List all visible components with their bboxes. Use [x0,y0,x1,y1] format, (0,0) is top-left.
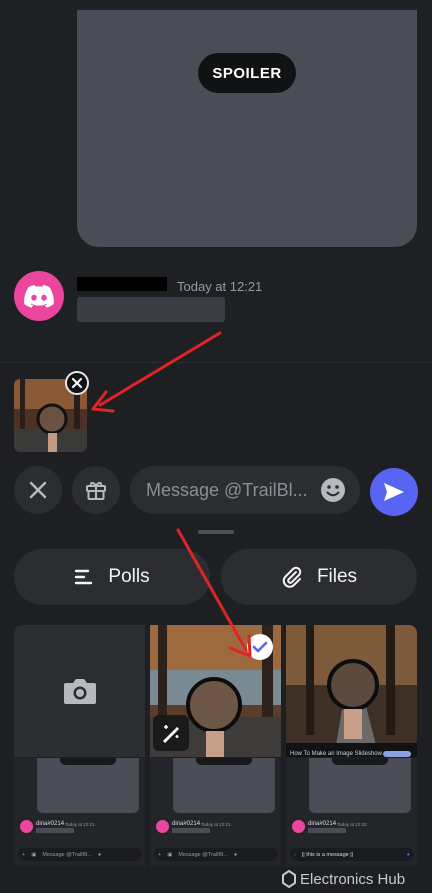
send-icon [384,483,404,501]
screenshot-notch [60,758,116,765]
user-avatar[interactable] [14,271,64,321]
edit-image-button[interactable] [153,715,189,751]
selected-check-badge[interactable] [247,634,273,660]
redacted-username [77,277,167,291]
screenshot-avatar [156,820,169,833]
screenshot-send-icon: ● [406,851,410,858]
video-caption: How To Make an Image Slideshow [290,751,382,757]
electronics-hub-logo-icon [282,870,296,888]
screenshot-composer: + ▣ Message @TrailBl... ● [154,848,278,861]
screenshot-avatar [20,820,33,833]
checkmark-icon [252,641,268,653]
gift-button[interactable] [72,466,120,514]
screenshot-image-card [309,758,411,813]
screenshot-composer: + ▣ Message @TrailBl... ● [18,848,142,861]
gallery-photo[interactable] [286,625,417,757]
message-content-redacted [77,297,225,322]
screenshot-timestamp: Today at 12:21 [201,822,231,827]
screenshot-username: dina#0214 [308,821,337,827]
emoji-icon [321,478,345,502]
gallery-screenshot[interactable]: dina#0214 Today at 12:22 › || this is a … [286,758,417,866]
files-label: Files [316,566,358,587]
polls-button[interactable]: Polls [14,549,210,605]
screenshot-plus-icon: + [158,851,162,858]
screenshot-username: dina#0214 [172,821,201,827]
emoji-button[interactable] [319,476,347,504]
screenshot-message-line [172,828,210,833]
screenshot-placeholder: Message @TrailBl... [178,851,228,858]
gallery-screenshot[interactable]: dina#0214 Today at 12:21 + ▣ Message @Tr… [150,758,281,866]
drawer-drag-handle[interactable] [198,530,234,534]
screenshot-image-card [37,758,139,813]
screenshot-message-line [36,828,74,833]
screenshot-gift-icon: ▣ [167,851,173,858]
screenshot-gift-icon: ▣ [31,851,37,858]
screenshot-notch [196,758,252,765]
camera-tile[interactable] [14,625,145,757]
polls-label: Polls [108,566,150,587]
screenshot-plus-icon: + [22,851,26,858]
screenshot-emoji-icon: ● [97,851,102,858]
spoiler-image-attachment[interactable] [77,10,417,247]
screenshot-emoji-icon: ● [233,851,238,858]
close-picker-button[interactable] [14,466,62,514]
remove-attachment-button[interactable] [65,371,89,395]
close-icon [29,481,47,499]
screenshot-notch [332,758,388,765]
gallery-screenshot[interactable]: dina#0214 Today at 12:21 + ▣ Message @Tr… [14,758,145,866]
paperclip-icon [282,566,302,588]
magic-edit-icon [163,725,179,743]
polls-icon [75,569,93,585]
screenshot-message-line [308,828,346,833]
message-timestamp: Today at 12:21 [177,279,263,294]
close-icon [72,378,82,388]
send-button[interactable] [370,468,418,516]
screenshot-timestamp: Today at 12:21 [65,822,95,827]
screenshot-composer: › || this is a message || ● [290,848,414,861]
caption-action-pill [383,751,411,757]
screenshot-username: dina#0214 [36,821,65,827]
screenshot-placeholder: Message @TrailBl... [42,851,92,858]
discord-logo-icon [24,284,54,308]
screenshot-chevron-icon: › [294,851,296,858]
photo-image [286,625,417,757]
screenshot-image-card [173,758,275,813]
electronics-hub-watermark: Electronics Hub [282,868,405,890]
spoiler-label[interactable]: SPOILER [198,53,296,93]
screenshot-input-text: || this is a message || [301,851,354,858]
camera-icon [63,679,96,704]
screenshot-timestamp: Today at 12:22 [337,822,367,827]
files-button[interactable]: Files [221,549,417,605]
gift-icon [86,481,106,500]
watermark-text: Electronics Hub [300,870,406,888]
screenshot-avatar [292,820,305,833]
